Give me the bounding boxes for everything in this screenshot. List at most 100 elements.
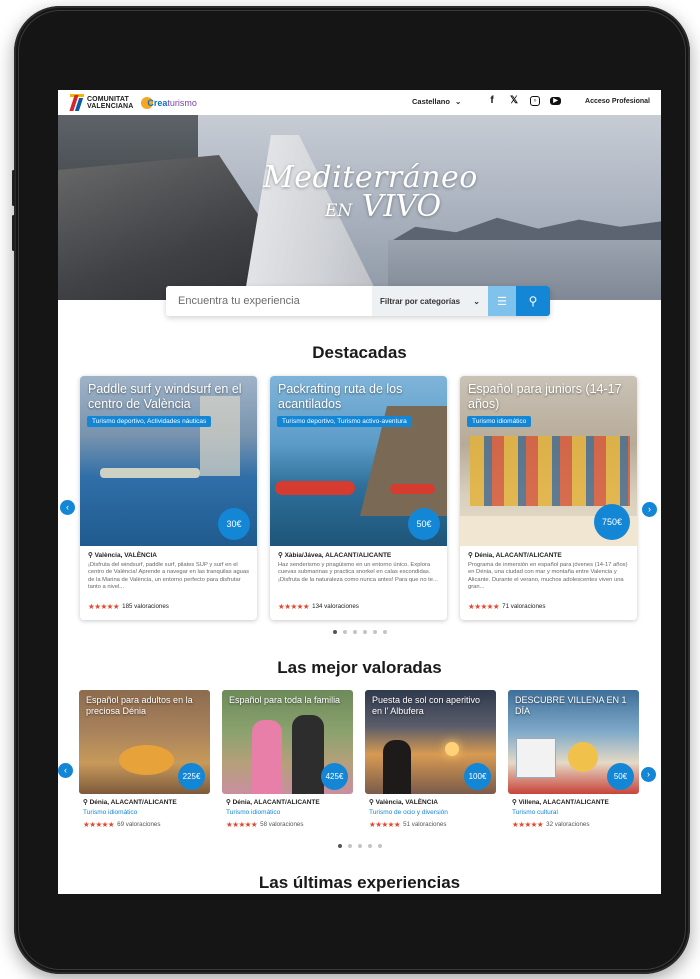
rated-card-location: ⚲ València, VALÈNCIA (369, 799, 438, 806)
carousel-dot[interactable] (332, 630, 337, 634)
carousel-dot[interactable] (367, 844, 372, 848)
rated-card[interactable]: DESCUBRE VILLENA EN 1 DÍA 50€ ⚲ Villena,… (508, 690, 639, 832)
carousel-dot[interactable] (372, 630, 377, 634)
featured-card[interactable]: Español para juniors (14-17 años) Turism… (460, 376, 637, 620)
rated-card-title: DESCUBRE VILLENA EN 1 DÍA (515, 695, 627, 716)
featured-card-title: Paddle surf y windsurf en el centro de V… (88, 382, 242, 411)
instagram-icon[interactable]: ◦ (530, 95, 540, 106)
rated-card-title: Español para adultos en la preciosa Déni… (86, 695, 193, 716)
featured-card-location: ⚲ Dénia, ALACANT/ALICANTE (468, 552, 562, 559)
price-badge: 225€ (178, 763, 205, 790)
price-badge: 425€ (321, 763, 348, 790)
price-badge: 750€ (594, 504, 630, 540)
featured-card-location: ⚲ Xàbia/Jávea, ALACANT/ALICANTE (278, 552, 392, 559)
category-filter-label: Filtrar por categorías (380, 296, 461, 306)
best-rated-carousel-dots (58, 844, 661, 848)
carousel-dot[interactable] (352, 630, 357, 634)
rated-card-category: Turismo cultural (512, 809, 558, 816)
logo-text-turismo: turismo (167, 97, 197, 108)
carousel-dot[interactable] (357, 844, 362, 848)
featured-section-title: Destacadas (312, 343, 407, 362)
x-twitter-icon[interactable]: 𝕏 (508, 95, 520, 106)
featured-card-description: Haz senderismo y piragüismo en un entorn… (278, 562, 438, 583)
featured-card-badge: Turismo idiomático (467, 416, 532, 427)
rated-card-rating: ★★★★★ 58 valoraciones (226, 820, 304, 829)
star-rating-icon: ★★★★★ (278, 602, 310, 611)
language-selector[interactable]: Castellano ⌄ (412, 97, 461, 106)
rated-card-category: Turismo de ocio y diversión (369, 809, 448, 816)
featured-prev-arrow[interactable]: ‹ (60, 500, 75, 515)
hero-title: Mediterráneo EN VIVO (263, 160, 477, 224)
rated-card[interactable]: Español para adultos en la preciosa Déni… (79, 690, 210, 832)
carousel-dot[interactable] (342, 630, 347, 634)
star-rating-icon: ★★★★★ (512, 820, 544, 829)
featured-card-badge: Turismo deportivo, Turismo activo-aventu… (277, 416, 412, 427)
carousel-dot[interactable] (382, 630, 387, 634)
search-button[interactable]: ⚲ (516, 286, 550, 316)
star-rating-icon: ★★★★★ (83, 820, 115, 829)
social-links: f 𝕏 ◦ ▶ (486, 95, 561, 106)
rated-card[interactable]: Puesta de sol con aperitivo en l' Albufe… (365, 690, 496, 832)
rated-card-title: Español para toda la familia (229, 695, 341, 705)
carousel-dot[interactable] (377, 844, 382, 848)
list-view-button[interactable]: ☰ (488, 286, 516, 316)
carousel-dot[interactable] (337, 844, 342, 848)
chevron-down-icon: ⌄ (473, 296, 480, 306)
rated-card-rating: ★★★★★ 51 valoraciones (369, 820, 447, 829)
chevron-down-icon: ⌄ (454, 97, 462, 106)
rated-card-title: Puesta de sol con aperitivo en l' Albufe… (372, 695, 481, 716)
location-pin-icon: ⚲ (278, 552, 283, 559)
logo-creaturismo[interactable]: Creaturismo (141, 96, 197, 109)
cv-logo-icon (69, 93, 84, 112)
carousel-dot[interactable] (347, 844, 352, 848)
featured-card-description: ¡Disfruta del windsurf, paddle surf, pil… (88, 562, 250, 591)
price-badge: 30€ (218, 508, 250, 540)
featured-card[interactable]: Packrafting ruta de los acantilados Turi… (270, 376, 447, 620)
logo-text-crea: Crea (147, 97, 168, 108)
rated-card-category: Turismo idiomático (226, 809, 281, 816)
professional-access-link[interactable]: Acceso Profesional (585, 98, 650, 105)
price-badge: 50€ (408, 508, 440, 540)
featured-card-location: ⚲ València, VALÈNCIA (88, 552, 157, 559)
search-bar: Filtrar por categorías ⌄ ☰ ⚲ (166, 286, 550, 316)
featured-card[interactable]: Paddle surf y windsurf en el centro de V… (80, 376, 257, 620)
rated-card-location: ⚲ Dénia, ALACANT/ALICANTE (83, 799, 177, 806)
featured-card-description: Programa de inmersión en español para jó… (468, 562, 628, 591)
latest-section-title: Las últimas experiencias (258, 873, 461, 892)
best-rated-section-title: Las mejor valoradas (277, 658, 442, 677)
location-pin-icon: ⚲ (88, 552, 93, 559)
search-input[interactable] (166, 286, 372, 316)
chevron-right-icon: › (647, 769, 650, 779)
search-icon: ⚲ (528, 294, 538, 308)
list-icon: ☰ (497, 295, 507, 308)
hero-title-vivo: VIVO (361, 189, 442, 224)
location-pin-icon: ⚲ (512, 799, 517, 806)
rated-card-rating: ★★★★★ 69 valoraciones (83, 820, 161, 829)
featured-carousel-dots (58, 630, 661, 634)
rated-card-location: ⚲ Villena, ALACANT/ALICANTE (512, 799, 609, 806)
facebook-icon[interactable]: f (486, 95, 498, 106)
featured-card-rating: ★★★★★ 134 valoraciones (278, 602, 359, 611)
location-pin-icon: ⚲ (369, 799, 374, 806)
featured-next-arrow[interactable]: › (642, 502, 657, 517)
rated-card[interactable]: Español para toda la familia 425€ ⚲ Déni… (222, 690, 353, 832)
logo-comunitat-valenciana[interactable]: COMUNITAT VALENCIANA (69, 93, 134, 112)
location-pin-icon: ⚲ (83, 799, 88, 806)
best-rated-next-arrow[interactable]: › (641, 767, 656, 782)
site-header: COMUNITAT VALENCIANA Creaturismo Castell… (58, 90, 661, 115)
star-rating-icon: ★★★★★ (226, 820, 258, 829)
rated-card-location: ⚲ Dénia, ALACANT/ALICANTE (226, 799, 320, 806)
best-rated-prev-arrow[interactable]: ‹ (58, 763, 73, 778)
logo-text-valenciana: VALENCIANA (87, 102, 134, 110)
chevron-left-icon: ‹ (64, 765, 67, 775)
category-filter-select[interactable]: Filtrar por categorías ⌄ (372, 286, 488, 316)
rated-card-rating: ★★★★★ 32 valoraciones (512, 820, 590, 829)
screen: COMUNITAT VALENCIANA Creaturismo Castell… (58, 90, 661, 894)
price-badge: 50€ (607, 763, 634, 790)
chevron-left-icon: ‹ (66, 502, 69, 512)
carousel-dot[interactable] (362, 630, 367, 634)
youtube-icon[interactable]: ▶ (550, 96, 561, 105)
tablet-side-button (12, 215, 15, 251)
rated-card-category: Turismo idiomático (83, 809, 138, 816)
language-label: Castellano (412, 97, 450, 106)
